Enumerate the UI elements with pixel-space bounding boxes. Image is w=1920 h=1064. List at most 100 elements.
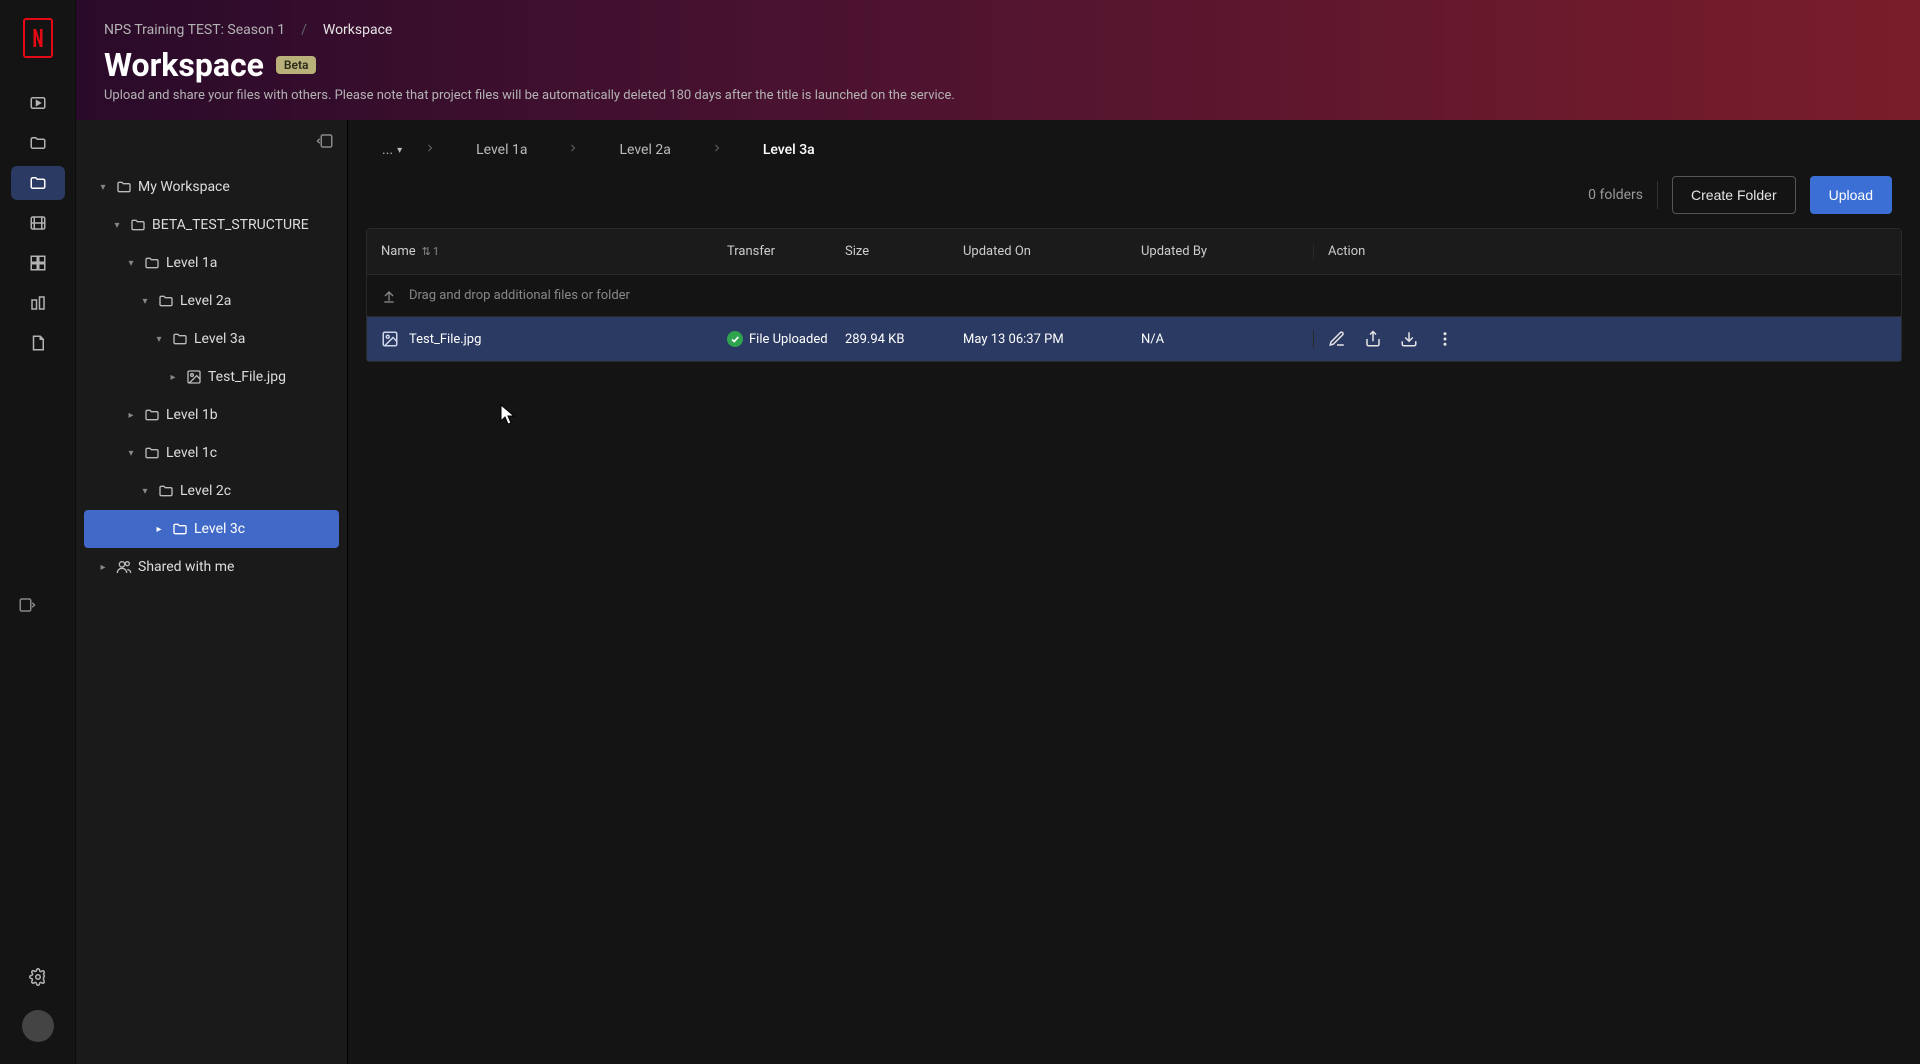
folder-icon xyxy=(116,179,132,195)
drop-hint: Drag and drop additional files or folder xyxy=(409,288,630,303)
tree-node[interactable]: ▾ Level 3a xyxy=(76,320,347,358)
tree-node[interactable]: ▸ Level 3c xyxy=(84,510,339,548)
col-name[interactable]: Name ⇅1 xyxy=(367,244,727,259)
toolbar: 0 folders Create Folder Upload xyxy=(348,170,1920,228)
table-row[interactable]: Test_File.jpg File Uploaded 289.94 KB Ma… xyxy=(367,317,1901,361)
tree-node-label: Level 1c xyxy=(166,445,217,461)
folder-icon xyxy=(172,331,188,347)
chevron-down-icon[interactable]: ▾ xyxy=(124,258,138,269)
upload-icon xyxy=(381,288,397,304)
tree-node[interactable]: ▾ My Workspace xyxy=(76,168,347,206)
tree-node-label: Level 2c xyxy=(180,483,231,499)
tree-node-label: Test_File.jpg xyxy=(208,369,286,385)
tree-sidebar: ▾ My Workspace ▾ BETA_TEST_STRUCTURE ▾ Level … xyxy=(76,120,348,1064)
file-name: Test_File.jpg xyxy=(409,332,481,347)
transfer-status: File Uploaded xyxy=(749,332,828,347)
tree-node-label: Shared with me xyxy=(138,559,234,575)
page-subtitle: Upload and share your files with others.… xyxy=(104,88,1892,103)
tree-node[interactable]: ▾ Level 2a xyxy=(76,282,347,320)
rail-grid-icon[interactable] xyxy=(11,246,65,280)
chevron-right-icon[interactable]: ▸ xyxy=(96,562,110,573)
chevron-down-icon[interactable]: ▾ xyxy=(124,448,138,459)
left-rail xyxy=(0,0,76,1064)
rail-document-icon[interactable] xyxy=(11,326,65,360)
crumb-current: Workspace xyxy=(323,22,393,38)
upload-button[interactable]: Upload xyxy=(1810,176,1892,214)
folder-icon xyxy=(172,521,188,537)
col-action: Action xyxy=(1313,244,1901,259)
sort-indicator-icon: ⇅1 xyxy=(422,245,439,258)
tree-node-label: BETA_TEST_STRUCTURE xyxy=(152,217,309,233)
rail-play-icon[interactable] xyxy=(11,86,65,120)
folder-breadcrumb: ...▾ Level 1a Level 2a Level 3a xyxy=(348,120,1920,170)
page-title: Workspace xyxy=(104,46,264,84)
collapse-sidebar-icon[interactable] xyxy=(315,132,335,154)
chevron-down-icon[interactable]: ▾ xyxy=(110,220,124,231)
chevron-right-icon[interactable]: ▸ xyxy=(166,372,180,383)
main: NPS Training TEST: Season 1 / Workspace … xyxy=(76,0,1920,1064)
create-folder-button[interactable]: Create Folder xyxy=(1672,176,1796,214)
tree-node-label: Level 1a xyxy=(166,255,217,271)
image-file-icon xyxy=(381,330,399,348)
table-header: Name ⇅1 Transfer Size Updated On Updated… xyxy=(367,229,1901,275)
col-updated-on[interactable]: Updated On xyxy=(963,244,1141,259)
drop-zone[interactable]: Drag and drop additional files or folder xyxy=(367,275,1901,317)
file-table: Name ⇅1 Transfer Size Updated On Updated… xyxy=(366,228,1902,362)
breadcrumb-item[interactable]: Level 1a xyxy=(452,138,551,162)
chevron-right-icon[interactable]: ▸ xyxy=(124,410,138,421)
tree-node-label: Level 3a xyxy=(194,331,245,347)
settings-icon[interactable] xyxy=(29,968,47,990)
rail-buildings-icon[interactable] xyxy=(11,286,65,320)
tree-node[interactable]: ▾ Level 1c xyxy=(76,434,347,472)
chevron-down-icon[interactable]: ▾ xyxy=(138,296,152,307)
tree-node[interactable]: ▾ Level 2c xyxy=(76,472,347,510)
chevron-right-icon xyxy=(416,142,444,158)
chevron-right-icon xyxy=(559,142,587,158)
tree-node-label: My Workspace xyxy=(138,179,230,195)
rail-workspace-icon[interactable] xyxy=(11,166,65,200)
folder-icon xyxy=(130,217,146,233)
rail-folder-icon[interactable] xyxy=(11,126,65,160)
divider xyxy=(1657,181,1658,209)
tree-node-label: Level 3c xyxy=(194,521,245,537)
beta-badge: Beta xyxy=(276,56,317,74)
share-icon[interactable] xyxy=(1364,330,1382,348)
chevron-right-icon xyxy=(703,142,731,158)
chevron-down-icon[interactable]: ▾ xyxy=(138,486,152,497)
chevron-down-icon[interactable]: ▾ xyxy=(152,334,166,345)
col-size[interactable]: Size xyxy=(845,244,963,259)
download-icon[interactable] xyxy=(1400,330,1418,348)
user-avatar[interactable] xyxy=(22,1010,54,1042)
more-icon[interactable] xyxy=(1436,330,1454,348)
breadcrumb-item[interactable]: Level 2a xyxy=(595,138,694,162)
chevron-down-icon[interactable]: ▾ xyxy=(96,182,110,193)
col-updated-by[interactable]: Updated By xyxy=(1141,244,1313,259)
tree-node-label: Level 2a xyxy=(180,293,231,309)
folder-icon xyxy=(144,255,160,271)
chevron-right-icon[interactable]: ▸ xyxy=(152,524,166,535)
edit-icon[interactable] xyxy=(1328,330,1346,348)
col-transfer[interactable]: Transfer xyxy=(727,244,845,259)
app-logo[interactable] xyxy=(23,18,53,58)
breadcrumb-ellipsis[interactable]: ...▾ xyxy=(376,138,408,162)
tree-node[interactable]: ▸ Level 1b xyxy=(76,396,347,434)
image-icon xyxy=(186,369,202,385)
updated-by: N/A xyxy=(1141,332,1313,347)
tree-node[interactable]: ▾ Level 1a xyxy=(76,244,347,282)
tree-node-label: Level 1b xyxy=(166,407,218,423)
folder-icon xyxy=(158,483,174,499)
people-icon xyxy=(116,559,132,575)
page-header: NPS Training TEST: Season 1 / Workspace … xyxy=(76,0,1920,120)
expand-rail-icon[interactable] xyxy=(18,596,36,618)
tree-node[interactable]: ▸ Test_File.jpg xyxy=(76,358,347,396)
folder-icon xyxy=(144,407,160,423)
success-icon xyxy=(727,331,743,347)
updated-on: May 13 06:37 PM xyxy=(963,332,1141,347)
folder-icon xyxy=(158,293,174,309)
rail-film-icon[interactable] xyxy=(11,206,65,240)
crumb-project[interactable]: NPS Training TEST: Season 1 xyxy=(104,22,285,38)
tree-node[interactable]: ▸ Shared with me xyxy=(76,548,347,586)
tree-node[interactable]: ▾ BETA_TEST_STRUCTURE xyxy=(76,206,347,244)
folder-count: 0 folders xyxy=(1588,187,1643,203)
file-tree: ▾ My Workspace ▾ BETA_TEST_STRUCTURE ▾ Level … xyxy=(76,168,347,586)
